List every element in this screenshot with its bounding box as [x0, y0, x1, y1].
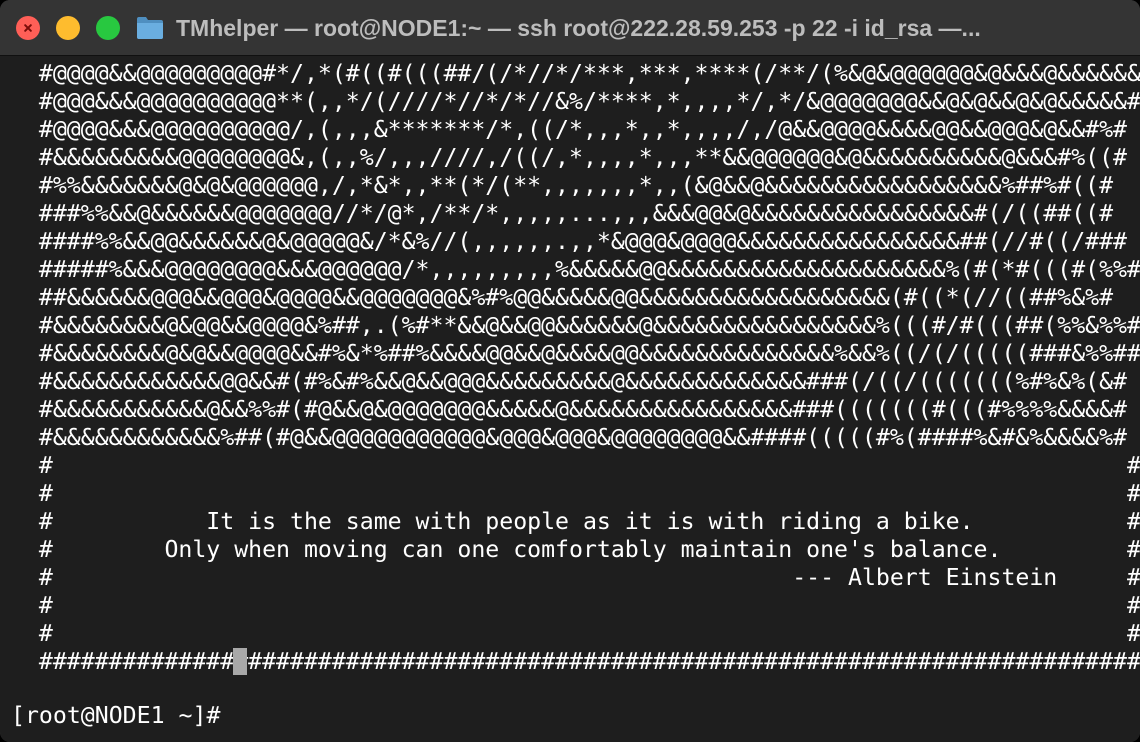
- terminal-line: #@@@@&&&@@@@@@@@@@/,(,,,&*******/*,((/*,…: [11, 116, 1128, 143]
- terminal-line: ###%%&&@&&&&&&@@@@@@@//*/@*,/**/*,,,,,..…: [11, 200, 1114, 227]
- terminal-line: # --- Albert Einstein #: [11, 564, 1140, 591]
- terminal-line: #&&&&&&&&&&&&@@&&#(#%&#%&&@&&@@@&&&&&&&&…: [11, 368, 1128, 395]
- terminal-line: #####%&&&@@@@@@@@&&&@@@@@@/*,,,,,,,,,%&&…: [11, 256, 1140, 283]
- text-cursor: [233, 648, 247, 675]
- minimize-icon[interactable]: [56, 16, 80, 40]
- terminal-content[interactable]: #@@@@&&@@@@@@@@@#*/,*(#((#(((##/(/*//*/*…: [0, 56, 1140, 742]
- terminal-line: #&&&&&&&&&@@@@@@@@&,(,,%/,,,////,/((/,*,…: [11, 144, 1128, 171]
- terminal-line: # Only when moving can one comfortably m…: [11, 536, 1140, 563]
- maximize-icon[interactable]: [96, 16, 120, 40]
- terminal-line: ########################################…: [11, 648, 1140, 675]
- title-bar[interactable]: TMhelper — root@NODE1:~ — ssh root@222.2…: [0, 0, 1140, 56]
- terminal-line: #&&&&&&&&@&@@&&@@@@&%##,.(%#**&&@&&@@&&&…: [11, 312, 1140, 339]
- terminal-line: #@@@&&&@@@@@@@@@@**(,,*/(////*//*/*//&%/…: [11, 88, 1140, 115]
- window-title: TMhelper — root@NODE1:~ — ssh root@222.2…: [176, 15, 981, 41]
- shell-prompt[interactable]: [root@NODE1 ~]#: [11, 702, 234, 730]
- terminal-line: #&&&&&&&&&&&@&&%%#(#@&&@&@@@@@@@&&&&&@&&…: [11, 396, 1128, 423]
- terminal-line: # #: [11, 452, 1140, 479]
- folder-icon: [137, 17, 163, 39]
- terminal-line: # It is the same with people as it is wi…: [11, 508, 1140, 535]
- terminal-line: ##&&&&&&@@@&&@@@&@@@@&&@@@@@@@&%#%@@&&&&…: [11, 284, 1114, 311]
- terminal-line: #&&&&&&&&&&&&%##(#@&&@@@@@@@@@@@&@@@&@@@…: [11, 424, 1128, 451]
- terminal-line: #&&&&&&&&@&@&&@@@@&&#%&*%##%&&&&@@&&@&&&…: [11, 340, 1140, 367]
- terminal-line: ####%%&&@@&&&&&&@&@@@@@&/*&%//(,,,,,,.,,…: [11, 228, 1128, 255]
- terminal-output: #@@@@&&@@@@@@@@@#*/,*(#((#(((##/(/*//*/*…: [11, 60, 1140, 676]
- close-icon[interactable]: [16, 16, 40, 40]
- terminal-line: # #: [11, 620, 1140, 647]
- terminal-line: # #: [11, 480, 1140, 507]
- terminal-line: #@@@@&&@@@@@@@@@#*/,*(#((#(((##/(/*//*/*…: [11, 60, 1140, 87]
- terminal-line: #%%&&&&&&&@&@&@@@@@@,/,*&*,,**(*/(**,,,,…: [11, 172, 1114, 199]
- terminal-window: TMhelper — root@NODE1:~ — ssh root@222.2…: [0, 0, 1140, 742]
- terminal-line: # #: [11, 592, 1140, 619]
